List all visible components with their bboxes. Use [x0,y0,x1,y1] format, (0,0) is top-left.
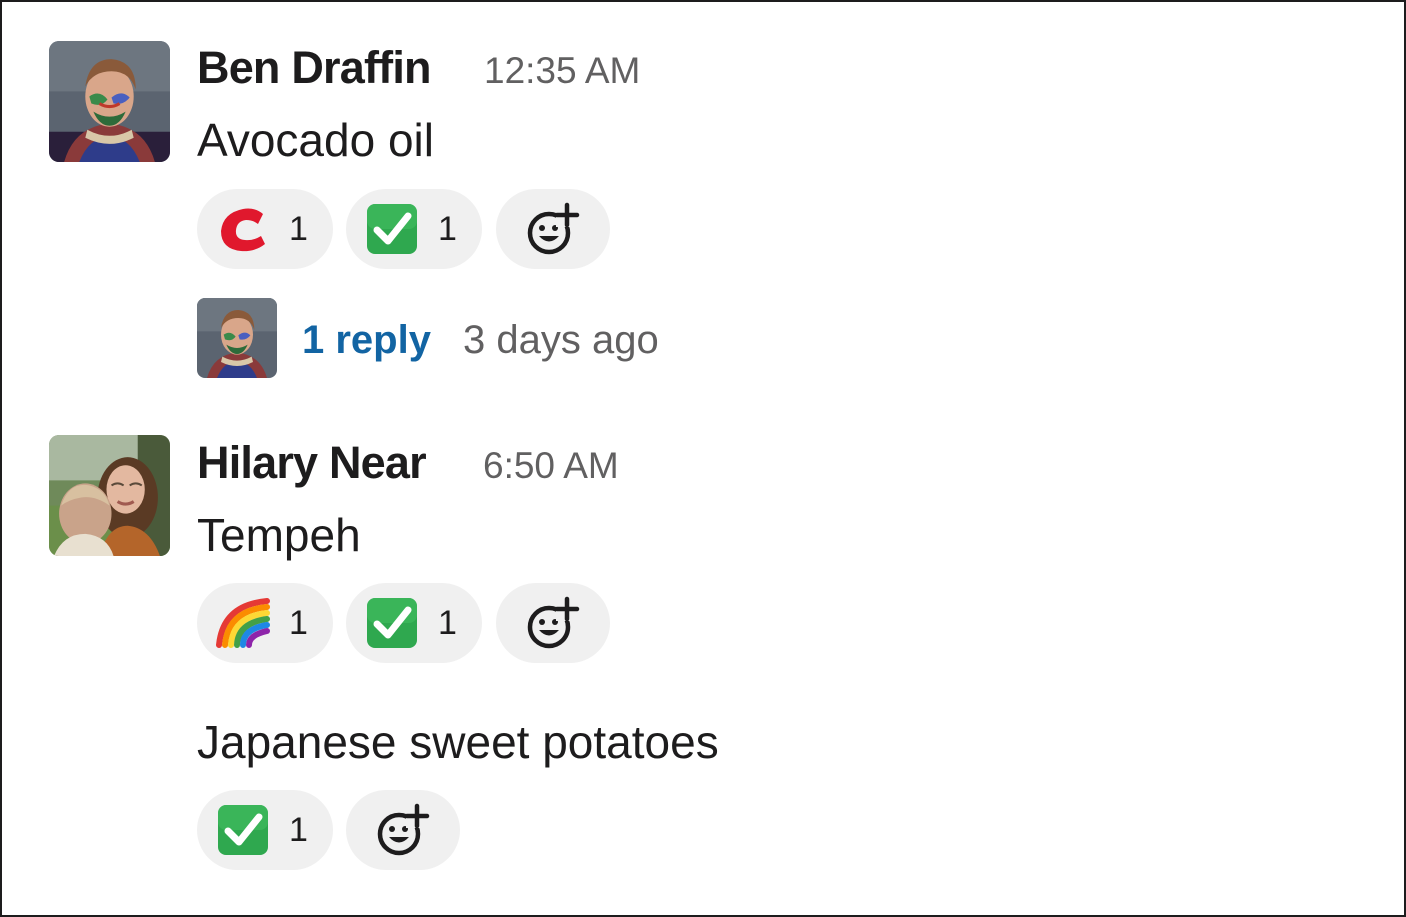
reaction-white-check-mark[interactable]: 1 [346,583,482,663]
message-timestamp[interactable]: 12:35 AM [484,52,640,89]
add-reaction-button[interactable] [496,189,610,269]
add-reaction-icon [377,803,430,856]
reaction-count: 1 [289,811,308,849]
reaction-white-check-mark[interactable]: 1 [346,189,482,269]
message-text: Tempeh [197,509,361,561]
reaction-count: 1 [289,210,308,248]
author-name[interactable]: Ben Draffin [197,45,432,90]
reaction-rainbow[interactable]: 1 [197,583,333,663]
add-reaction-icon [527,596,580,649]
red-c-logo-icon [221,208,265,252]
avatar-hilary-near[interactable] [49,435,170,556]
avatar-ben-draffin[interactable] [49,41,170,162]
rainbow-icon [216,598,270,648]
add-reaction-icon [527,202,580,255]
reaction-count: 1 [289,604,308,642]
message-pane: Ben Draffin 12:35 AM Avocado oil 1 1 1 r… [0,0,1406,917]
reaction-count: 1 [438,210,457,248]
reaction-red-c-logo[interactable]: 1 [197,189,333,269]
white-check-mark-icon [218,805,268,855]
author-name[interactable]: Hilary Near [197,440,427,485]
add-reaction-button[interactable] [346,790,460,870]
thread-last-reply-time: 3 days ago [463,318,659,362]
thread-reply-link[interactable]: 1 reply [302,320,431,360]
white-check-mark-icon [367,598,417,648]
message-text: Japanese sweet potatoes [197,716,719,768]
message-text: Avocado oil [197,114,434,166]
reaction-count: 1 [438,604,457,642]
add-reaction-button[interactable] [496,583,610,663]
thread-reply-avatar[interactable] [197,298,277,378]
reaction-white-check-mark[interactable]: 1 [197,790,333,870]
message-timestamp[interactable]: 6:50 AM [483,447,619,484]
white-check-mark-icon [367,204,417,254]
